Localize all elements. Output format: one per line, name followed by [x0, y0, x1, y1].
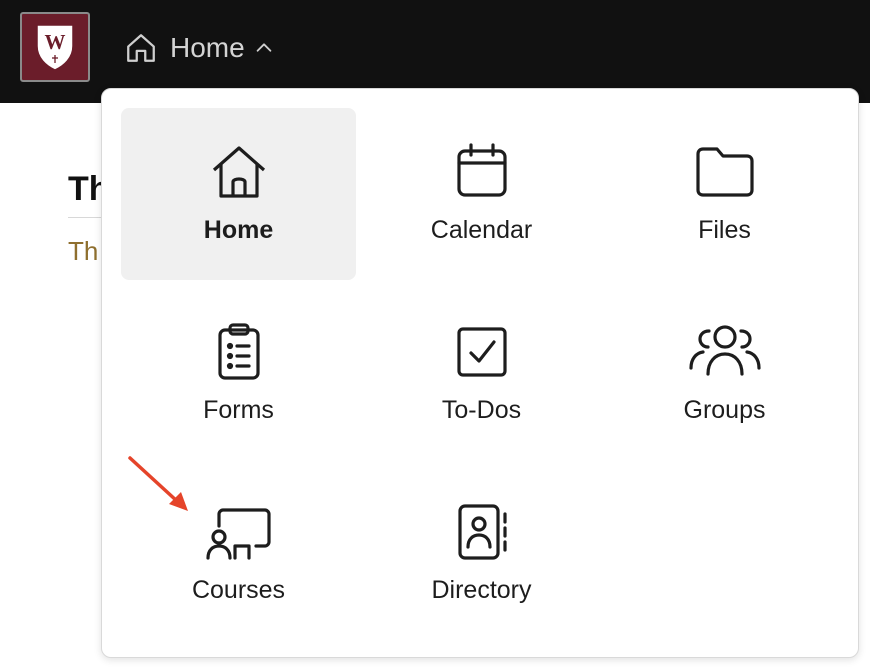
menu-item-todos[interactable]: To-Dos: [364, 288, 599, 460]
home-nav-dropdown[interactable]: Home: [124, 28, 275, 68]
calendar-icon: [456, 143, 507, 197]
clipboard-list-icon: [217, 323, 260, 380]
contact-book-icon: [457, 504, 507, 560]
menu-item-label: Courses: [191, 576, 286, 604]
course-presentation-icon: [205, 508, 271, 560]
users-icon: [688, 325, 761, 376]
home-icon: [127, 34, 155, 62]
menu-item-home[interactable]: Home: [121, 108, 356, 280]
menu-item-label: Directory: [431, 576, 532, 604]
menu-item-calendar[interactable]: Calendar: [364, 108, 599, 280]
menu-item-label: Calendar: [430, 216, 533, 244]
menu-item-groups[interactable]: Groups: [607, 288, 842, 460]
folder-icon: [695, 147, 754, 197]
menu-item-label: To-Dos: [441, 396, 522, 424]
nav-home-label: Home: [170, 32, 245, 63]
menu-item-label: Forms: [203, 396, 274, 424]
chevron-up-icon: [256, 43, 272, 52]
svg-text:W: W: [45, 30, 66, 54]
home-dropdown-menu: Home Calendar Files Forms To-Dos Groups …: [101, 88, 859, 658]
crest-icon: W: [36, 24, 74, 71]
checkbox-icon: [456, 327, 507, 377]
menu-item-forms[interactable]: Forms: [121, 288, 356, 460]
menu-item-label: Home: [203, 216, 274, 244]
menu-item-label: Groups: [683, 396, 766, 424]
home-icon: [212, 146, 265, 198]
menu-item-directory[interactable]: Directory: [364, 468, 599, 640]
menu-item-files[interactable]: Files: [607, 108, 842, 280]
school-logo[interactable]: W: [20, 12, 90, 82]
page-subtext: Th: [68, 236, 99, 266]
annotation-arrow-icon: [128, 456, 188, 511]
menu-item-label: Files: [698, 216, 751, 244]
